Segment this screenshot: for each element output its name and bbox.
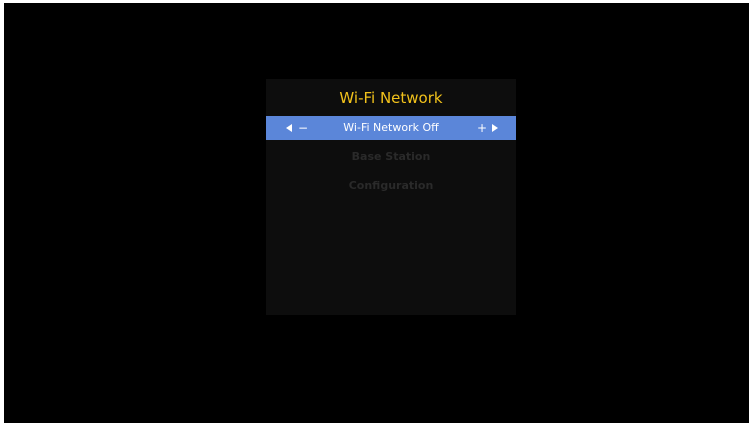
menu-item-configuration[interactable]: Configuration bbox=[266, 174, 516, 198]
left-arrow-icon[interactable] bbox=[286, 124, 292, 132]
menu-title: Wi-Fi Network bbox=[339, 89, 443, 107]
decrement-icon[interactable]: − bbox=[298, 116, 308, 140]
wifi-menu-panel: Wi-Fi Network − Wi-Fi Network Off + Base… bbox=[266, 79, 516, 315]
right-arrow-icon[interactable] bbox=[492, 124, 498, 132]
wifi-network-toggle-row[interactable]: − Wi-Fi Network Off + bbox=[266, 116, 516, 140]
increment-icon[interactable]: + bbox=[477, 116, 487, 140]
wifi-network-status-label: Wi-Fi Network Off bbox=[343, 121, 439, 134]
screen: Wi-Fi Network − Wi-Fi Network Off + Base… bbox=[4, 3, 749, 423]
menu-item-base-station[interactable]: Base Station bbox=[266, 145, 516, 169]
